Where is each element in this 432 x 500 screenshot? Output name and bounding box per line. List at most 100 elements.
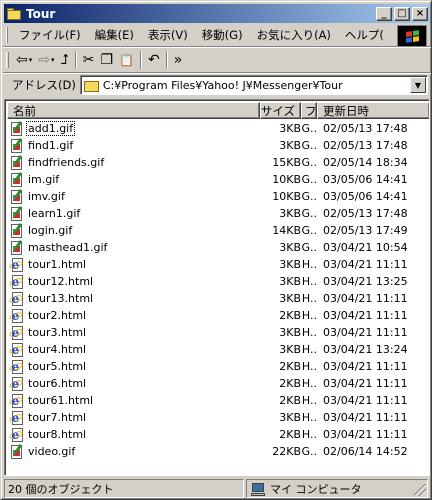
gif-image-icon[interactable] [9,443,25,460]
file-name[interactable]: findfriends.gif [27,156,105,169]
file-row[interactable]: masthead1.gif 3KB G.. 03/04/21 10:54 [7,239,429,256]
column-type[interactable]: フ [301,102,317,119]
menu-help[interactable]: ヘルプ( [338,27,391,43]
file-name-cell[interactable]: e tour4.html [7,342,260,358]
address-path[interactable]: C:¥Program Files¥Yahoo! J¥Messenger¥Tour [103,79,410,92]
menu-grip[interactable] [6,27,8,43]
title-bar[interactable]: Tour _ □ × [4,4,430,23]
resize-grip[interactable] [414,484,426,496]
cut-button[interactable]: ✂ [80,49,98,71]
file-name-cell[interactable]: login.gif [7,222,260,239]
file-name[interactable]: tour8.html [27,428,87,441]
html-document-icon[interactable]: e [8,376,25,392]
file-name-cell[interactable]: e tour3.html [7,325,260,341]
back-button[interactable]: ⇦ ▾ [13,49,35,71]
file-name-cell[interactable]: e tour61.html [7,393,260,409]
file-name[interactable]: learn1.gif [27,207,81,220]
html-document-icon[interactable]: e [8,410,25,426]
file-name[interactable]: login.gif [27,224,73,237]
menu-edit[interactable]: 編集(E) [88,27,141,43]
file-name[interactable]: add1.gif [25,121,76,136]
forward-dropdown-icon[interactable]: ▾ [51,56,55,64]
maximize-button[interactable]: □ [394,6,410,21]
file-list[interactable]: 名前 サイズ フ 更新日時 add1.gif 3KB G.. 02/05/13 17:… [4,99,430,476]
copy-button[interactable]: ❐ [98,49,117,71]
gif-image-icon[interactable] [9,188,25,205]
close-button[interactable]: × [412,6,428,21]
html-document-icon[interactable]: e [8,325,25,341]
file-name[interactable]: im.gif [27,173,60,186]
file-name-cell[interactable]: learn1.gif [7,205,260,222]
file-row[interactable]: imv.gif 10KB G.. 03/05/06 14:41 [7,188,429,205]
file-name[interactable]: imv.gif [27,190,66,203]
file-name[interactable]: tour3.html [27,326,87,339]
menu-view[interactable]: 表示(V) [141,27,195,43]
gif-image-icon[interactable] [9,222,25,239]
toolbar-overflow-button[interactable]: » [171,49,186,71]
gif-image-icon[interactable] [9,205,25,222]
file-name-cell[interactable]: masthead1.gif [7,239,260,256]
column-name[interactable]: 名前 [7,102,260,119]
file-name-cell[interactable]: e tour1.html [7,257,260,273]
file-name-cell[interactable]: e tour7.html [7,410,260,426]
file-row[interactable]: login.gif 14KB G.. 02/05/13 17:49 [7,222,429,239]
column-date[interactable]: 更新日時 [317,102,429,119]
file-name-cell[interactable]: e tour12.html [7,274,260,290]
file-name[interactable]: masthead1.gif [27,241,108,254]
column-size[interactable]: サイズ [260,102,301,119]
file-name[interactable]: tour6.html [27,377,87,390]
file-name-cell[interactable]: imv.gif [7,188,260,205]
file-row[interactable]: e tour12.html 3KB H.. 03/04/21 13:25 [7,273,429,290]
file-name-cell[interactable]: e tour8.html [7,427,260,443]
file-name[interactable]: tour2.html [27,309,87,322]
toolbar-grip[interactable] [6,52,9,68]
up-folder-button[interactable]: ⮥ [58,49,72,71]
file-row[interactable]: e tour13.html 3KB H.. 03/04/21 11:11 [7,290,429,307]
file-name[interactable]: find1.gif [27,139,74,152]
gif-image-icon[interactable] [9,154,25,171]
file-name[interactable]: video.gif [27,445,76,458]
html-document-icon[interactable]: e [8,291,25,307]
file-row[interactable]: im.gif 10KB G.. 03/05/06 14:41 [7,171,429,188]
undo-button[interactable]: ↶ [145,49,163,71]
minimize-button[interactable]: _ [376,6,392,21]
html-document-icon[interactable]: e [8,257,25,273]
html-document-icon[interactable]: e [8,393,25,409]
file-name[interactable]: tour7.html [27,411,87,424]
file-row[interactable]: e tour3.html 3KB H.. 03/04/21 11:11 [7,324,429,341]
file-row[interactable]: learn1.gif 3KB G.. 02/05/13 17:48 [7,205,429,222]
file-name[interactable]: tour1.html [27,258,87,271]
menu-go[interactable]: 移動(G) [195,27,250,43]
file-name-cell[interactable]: e tour2.html [7,308,260,324]
gif-image-icon[interactable] [9,137,25,154]
file-name-cell[interactable]: add1.gif [7,120,260,137]
address-field[interactable]: C:¥Program Files¥Yahoo! J¥Messenger¥Tour… [79,75,428,95]
file-name[interactable]: tour13.html [27,292,94,305]
file-row[interactable]: findfriends.gif 15KB G.. 02/05/14 18:34 [7,154,429,171]
file-row[interactable]: e tour2.html 2KB H.. 03/04/21 11:11 [7,307,429,324]
file-row[interactable]: e tour8.html 2KB H.. 03/04/21 11:11 [7,426,429,443]
html-document-icon[interactable]: e [8,274,25,290]
gif-image-icon[interactable] [9,239,25,256]
html-document-icon[interactable]: e [8,308,25,324]
file-name-cell[interactable]: e tour5.html [7,359,260,375]
file-name-cell[interactable]: find1.gif [7,137,260,154]
file-row[interactable]: e tour4.html 3KB H.. 03/04/21 13:24 [7,341,429,358]
file-row[interactable]: e tour1.html 3KB H.. 03/04/21 11:11 [7,256,429,273]
file-row[interactable]: video.gif 22KB G.. 02/06/14 14:52 [7,443,429,460]
address-dropdown-button[interactable]: ▼ [410,77,426,93]
file-name-cell[interactable]: im.gif [7,171,260,188]
file-row[interactable]: e tour5.html 2KB H.. 03/04/21 11:11 [7,358,429,375]
html-document-icon[interactable]: e [8,342,25,358]
file-name[interactable]: tour5.html [27,360,87,373]
html-document-icon[interactable]: e [8,427,25,443]
file-row[interactable]: find1.gif 3KB G.. 02/05/13 17:48 [7,137,429,154]
menu-favorites[interactable]: お気に入り(A) [250,27,338,43]
file-name[interactable]: tour4.html [27,343,87,356]
html-document-icon[interactable]: e [8,359,25,375]
file-row[interactable]: e tour6.html 2KB H.. 03/04/21 11:11 [7,375,429,392]
file-name-cell[interactable]: e tour6.html [7,376,260,392]
file-row[interactable]: add1.gif 3KB G.. 02/05/13 17:48 [7,120,429,137]
back-dropdown-icon[interactable]: ▾ [29,56,33,64]
file-name[interactable]: tour12.html [27,275,94,288]
